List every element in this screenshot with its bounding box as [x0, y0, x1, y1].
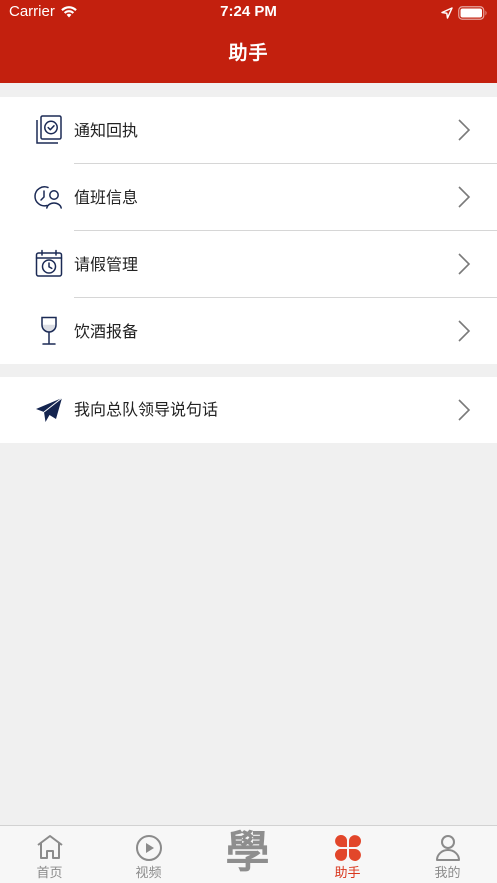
paper-plane-icon — [33, 394, 65, 426]
battery-icon — [458, 6, 488, 24]
chevron-right-icon — [457, 118, 471, 142]
clock-time: 7:24 PM — [220, 3, 277, 20]
xue-logo-icon: 學 — [225, 827, 270, 878]
tab-video[interactable]: 视频 — [99, 826, 198, 883]
menu-item-label: 通知回执 — [74, 121, 139, 140]
calendar-clock-icon — [33, 248, 65, 280]
chevron-right-icon — [457, 398, 471, 422]
checked-document-icon — [33, 114, 65, 146]
tab-label: 视频 — [135, 866, 162, 881]
header-bar: Carrier 7:24 PM 助手 — [0, 0, 497, 83]
home-icon — [36, 834, 64, 864]
tab-label: 助手 — [334, 866, 361, 881]
location-arrow-icon — [441, 5, 453, 23]
menu-item-label: 饮酒报备 — [74, 322, 139, 341]
menu-item-notice-receipt[interactable]: 通知回执 — [0, 97, 497, 164]
status-bar: Carrier 7:24 PM — [0, 0, 497, 26]
tab-study[interactable]: 學 — [198, 826, 297, 883]
tab-assistant[interactable]: 助手 — [298, 826, 397, 883]
wine-glass-icon — [33, 315, 65, 347]
menu-item-label: 值班信息 — [74, 188, 139, 207]
chevron-right-icon — [457, 319, 471, 343]
menu-item-leave-management[interactable]: 请假管理 — [0, 231, 497, 298]
duty-person-clock-icon — [33, 181, 65, 213]
menu-item-drinking-report[interactable]: 饮酒报备 — [0, 298, 497, 365]
menu-item-duty-info[interactable]: 值班信息 — [0, 164, 497, 231]
app-screen: Carrier 7:24 PM 助手 通知回执 值班信息 请假管理 饮酒报备 我… — [0, 0, 497, 883]
menu-item-message-to-leaders[interactable]: 我向总队领导说句话 — [0, 377, 497, 443]
tab-home[interactable]: 首页 — [0, 826, 99, 883]
menu-item-label: 请假管理 — [74, 255, 139, 274]
menu-section-primary: 通知回执 值班信息 请假管理 饮酒报备 — [0, 97, 497, 364]
tab-label: 我的 — [434, 866, 461, 881]
menu-section-feedback: 我向总队领导说句话 — [0, 377, 497, 443]
bottom-tab-bar: 首页 视频 學 助手 我的 — [0, 825, 497, 883]
menu-item-label: 我向总队领导说句话 — [74, 400, 219, 419]
page-title: 助手 — [228, 42, 269, 64]
tab-profile[interactable]: 我的 — [398, 826, 497, 883]
chevron-right-icon — [457, 185, 471, 209]
chevron-right-icon — [457, 252, 471, 276]
tab-label: 首页 — [36, 866, 63, 881]
